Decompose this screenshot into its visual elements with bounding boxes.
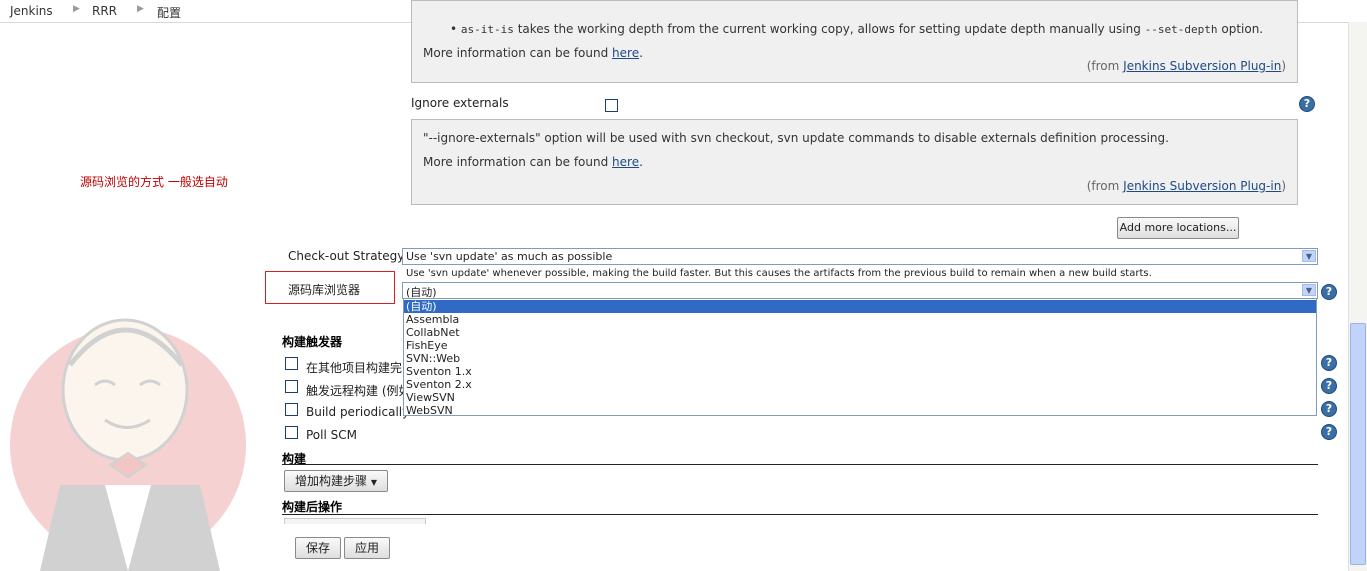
help-icon[interactable]: ? [1299, 96, 1315, 112]
repo-browser-dropdown-list[interactable]: (自动) Assembla CollabNet FishEye SVN::Web… [403, 298, 1317, 417]
trigger-after-other-checkbox[interactable] [285, 357, 298, 370]
depth-tail: option. [1217, 22, 1264, 36]
ignore-externals-here-link[interactable]: here [612, 155, 639, 169]
dropdown-option[interactable]: CollabNet [404, 326, 1316, 339]
annotation-note: 源码浏览的方式 一般选自动 [80, 175, 228, 189]
trigger-poll-scm-checkbox[interactable] [285, 426, 298, 439]
depth-text: takes the working depth from the current… [513, 22, 1145, 36]
dropdown-option[interactable]: (自动) [404, 300, 1316, 313]
depth-from-plugin: (from Jenkins Subversion Plug-in) [1086, 59, 1286, 73]
dropdown-option[interactable]: Assembla [404, 313, 1316, 326]
chevron-down-icon[interactable]: ▼ [1302, 284, 1316, 296]
repo-browser-select[interactable]: (自动) ▼ [402, 282, 1318, 299]
trigger-periodic-checkbox[interactable] [285, 403, 298, 416]
breadcrumb-configure: 配置 [157, 6, 182, 20]
checkout-strategy-select[interactable]: Use 'svn update' as much as possible ▼ [402, 248, 1318, 265]
trigger-remote-label: 触发远程构建 (例如 [306, 384, 411, 398]
depth-help-bullet: • as-it-is takes the working depth from … [450, 22, 1264, 36]
depth-option: --set-depth [1144, 23, 1218, 36]
build-divider [282, 464, 1318, 465]
dropdown-option[interactable]: SVN::Web [404, 352, 1316, 365]
add-build-step-label: 增加构建步骤 [295, 474, 368, 488]
depth-here-link[interactable]: here [612, 46, 639, 60]
add-build-step-button[interactable]: 增加构建步骤 ▼ [284, 470, 388, 492]
ignore-externals-help-box: "--ignore-externals" option will be used… [411, 119, 1298, 205]
ignore-externals-label: Ignore externals [411, 96, 509, 110]
chevron-right-icon: ▶ [73, 4, 80, 14]
add-post-build-step-button-partial[interactable] [284, 518, 426, 524]
apply-button[interactable]: 应用 [344, 537, 390, 559]
help-icon[interactable]: ? [1321, 401, 1337, 417]
ignore-externals-help-text: "--ignore-externals" option will be used… [423, 131, 1169, 145]
depth-more-info: More information can be found here. [423, 46, 643, 60]
dropdown-option[interactable]: ViewSVN [404, 391, 1316, 404]
add-more-locations-button[interactable]: Add more locations... [1117, 217, 1239, 239]
ignore-externals-plugin-link[interactable]: Jenkins Subversion Plug-in [1123, 179, 1281, 193]
checkout-strategy-value: Use 'svn update' as much as possible [406, 250, 613, 263]
depth-term: as-it-is [460, 23, 514, 36]
ignore-externals-checkbox[interactable] [605, 99, 618, 112]
trigger-after-other-label: 在其他项目构建完 [306, 361, 403, 375]
checkout-strategy-label: Check-out Strategy [288, 249, 405, 263]
dropdown-option[interactable]: Sventon 1.x [404, 365, 1316, 378]
repo-browser-label: 源码库浏览器 [288, 283, 361, 297]
dropdown-option[interactable]: FishEye [404, 339, 1316, 352]
depth-help-box: • as-it-is takes the working depth from … [411, 0, 1298, 83]
checkout-strategy-description: Use 'svn update' whenever possible, maki… [406, 268, 1152, 279]
help-icon[interactable]: ? [1321, 284, 1337, 300]
ignore-externals-from-plugin: (from Jenkins Subversion Plug-in) [1086, 179, 1286, 193]
depth-plugin-link[interactable]: Jenkins Subversion Plug-in [1123, 59, 1281, 73]
dropdown-option[interactable]: WebSVN [404, 404, 1316, 417]
help-icon[interactable]: ? [1321, 378, 1337, 394]
scrollbar-thumb[interactable] [1350, 323, 1366, 565]
chevron-down-icon[interactable]: ▼ [1302, 250, 1316, 262]
post-build-title: 构建后操作 [282, 500, 343, 514]
ignore-externals-more-info: More information can be found here. [423, 155, 643, 169]
breadcrumb-jenkins[interactable]: Jenkins [10, 4, 53, 18]
chevron-right-icon: ▶ [137, 4, 144, 14]
breadcrumb-project[interactable]: RRR [92, 4, 117, 18]
post-build-divider [282, 514, 1318, 515]
help-icon[interactable]: ? [1321, 424, 1337, 440]
jenkins-logo-icon [10, 318, 246, 571]
caret-down-icon: ▼ [370, 478, 377, 487]
dropdown-option[interactable]: Sventon 2.x [404, 378, 1316, 391]
trigger-poll-scm-label: Poll SCM [306, 428, 357, 442]
trigger-remote-checkbox[interactable] [285, 380, 298, 393]
build-triggers-title: 构建触发器 [282, 335, 343, 349]
help-icon[interactable]: ? [1321, 355, 1337, 371]
save-button[interactable]: 保存 [295, 537, 341, 559]
trigger-periodic-label: Build periodically [306, 405, 410, 419]
